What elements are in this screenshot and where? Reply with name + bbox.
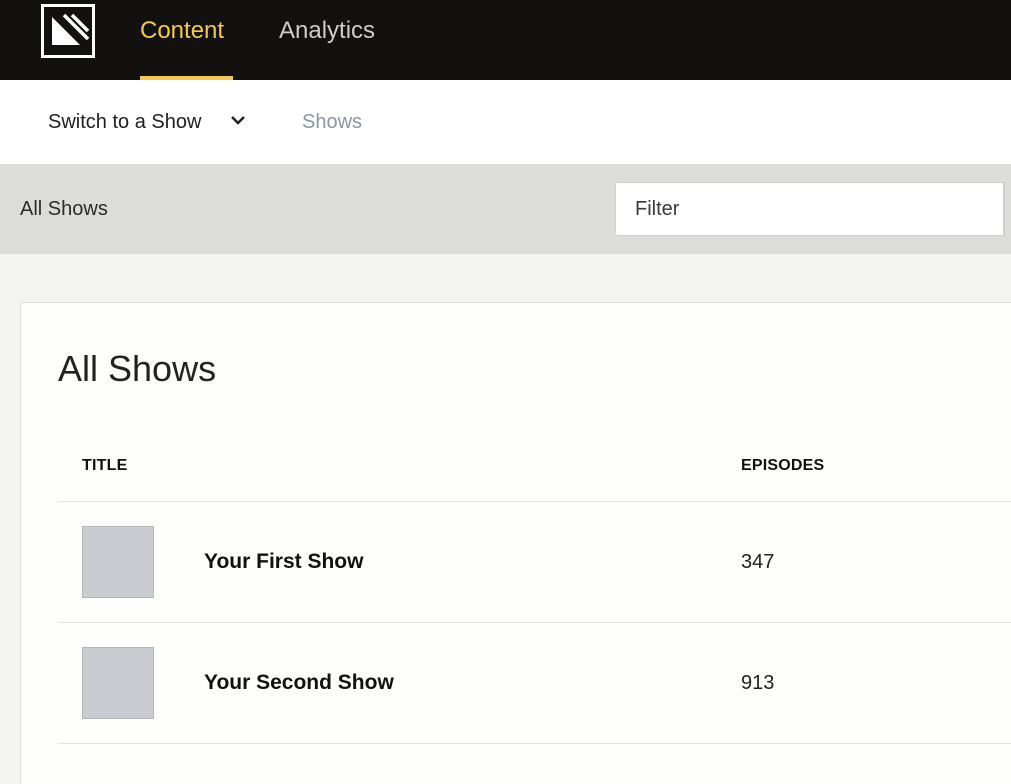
sub-navigation: Switch to a Show Shows — [0, 80, 1011, 164]
tab-content[interactable]: Content — [140, 16, 224, 46]
show-episode-count: 913 — [741, 672, 775, 694]
top-navigation: Content Analytics — [0, 0, 1011, 80]
show-title[interactable]: Your First Show — [204, 549, 363, 575]
page-title: All Shows — [58, 348, 217, 389]
chevron-down-icon[interactable] — [229, 114, 247, 128]
table-row[interactable]: Your First Show 347 — [58, 502, 1011, 622]
filter-bar-title: All Shows — [20, 198, 108, 220]
filter-input[interactable] — [615, 182, 1005, 236]
filter-bar: All Shows — [0, 164, 1011, 254]
column-header-episodes[interactable]: EPISODES — [741, 456, 824, 476]
switch-show-dropdown[interactable]: Switch to a Show — [48, 108, 201, 136]
brand-logo-icon[interactable] — [41, 4, 95, 58]
row-divider — [58, 743, 1011, 744]
filter-divider — [1003, 182, 1005, 236]
show-thumbnail-placeholder[interactable] — [82, 526, 154, 598]
show-thumbnail-placeholder[interactable] — [82, 647, 154, 719]
show-title[interactable]: Your Second Show — [204, 670, 394, 696]
column-header-title[interactable]: TITLE — [82, 456, 127, 476]
table-row[interactable]: Your Second Show 913 — [58, 623, 1011, 743]
breadcrumb-shows[interactable]: Shows — [302, 108, 362, 136]
shows-card: All Shows TITLE EPISODES Your First Show… — [20, 302, 1011, 784]
tab-analytics[interactable]: Analytics — [279, 16, 375, 46]
show-episode-count: 347 — [741, 551, 775, 573]
